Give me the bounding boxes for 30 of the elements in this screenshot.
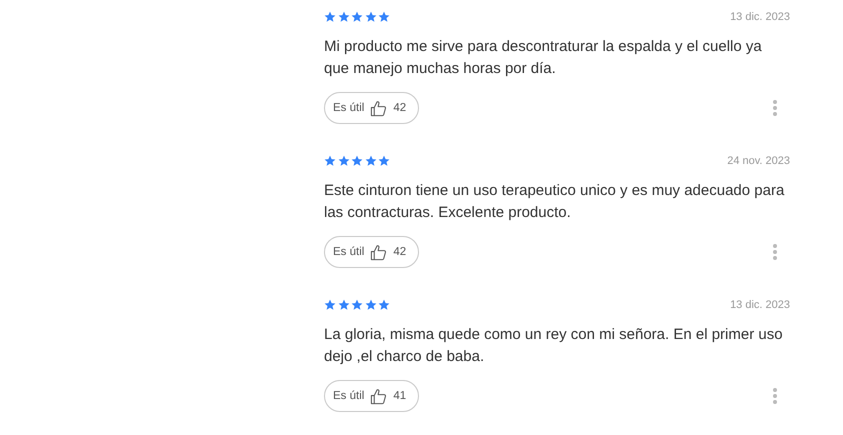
star-icon [351, 155, 363, 167]
more-options-icon[interactable] [772, 99, 778, 117]
thumbs-up-icon [370, 244, 388, 260]
star-icon [378, 299, 390, 311]
star-icon [324, 155, 336, 167]
review-text: Este cinturon tiene un uso terapeutico unico y es muy adecuado para las contracturas. Excelente producto. [324, 181, 786, 223]
review-date: 13 dic. 2023 [730, 11, 790, 23]
more-options-icon[interactable] [772, 387, 778, 405]
thumbs-up-icon [370, 388, 388, 404]
star-icon [338, 11, 350, 23]
star-icon [378, 155, 390, 167]
helpful-button[interactable]: Es útil 42 [324, 92, 420, 124]
star-icon [364, 155, 376, 167]
star-icon [338, 155, 350, 167]
star-icon [338, 299, 350, 311]
review-text: Mi producto me sirve para descontraturar la espalda y el cuello ya que manejo muchas horas por día. [324, 37, 763, 79]
star-icon [324, 11, 336, 23]
star-icon [351, 11, 363, 23]
review-date: 13 dic. 2023 [730, 299, 790, 311]
helpful-button[interactable]: Es útil 42 [324, 236, 420, 268]
thumbs-up-icon [370, 100, 388, 116]
star-icon [324, 299, 336, 311]
star-icon [351, 299, 363, 311]
star-icon [364, 11, 376, 23]
more-options-icon[interactable] [772, 243, 778, 261]
star-icon [364, 299, 376, 311]
star-icon [378, 11, 390, 23]
review-text: La gloria, misma quede como un rey con mi señora. En el primer uso dejo ,el charco de baba. [324, 325, 784, 367]
review-date: 24 nov. 2023 [727, 155, 790, 167]
helpful-button[interactable]: Es útil 41 [324, 380, 420, 412]
